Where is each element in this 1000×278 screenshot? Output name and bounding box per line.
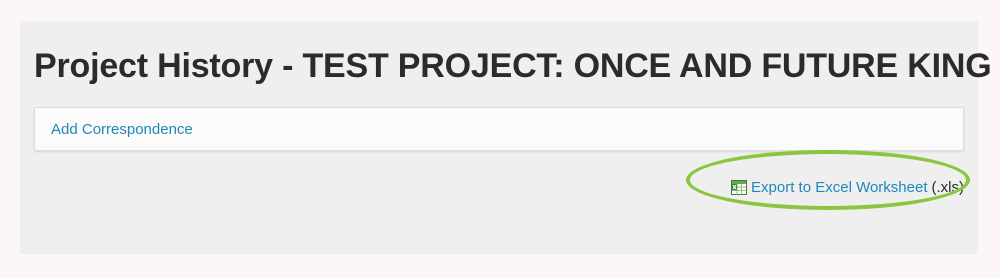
export-excel-link[interactable]: Export to Excel Worksheet [751,179,927,196]
add-correspondence-link[interactable]: Add Correspondence [51,121,193,138]
export-row: Export to Excel Worksheet (.xls) [731,176,964,198]
page-title: Project History - TEST PROJECT: ONCE AND… [34,47,992,85]
actions-bar: Add Correspondence [34,107,964,151]
export-format-suffix: (.xls) [931,178,965,196]
excel-spreadsheet-icon[interactable] [731,179,748,195]
main-panel: Project History - TEST PROJECT: ONCE AND… [20,21,992,254]
